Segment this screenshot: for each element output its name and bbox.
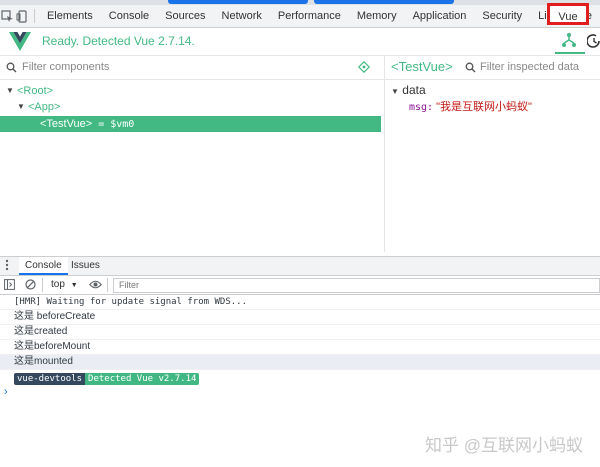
section-label: data: [402, 83, 426, 97]
vue-logo-icon: [9, 32, 31, 51]
drawer-tab-bar: Console Issues: [0, 256, 600, 276]
vm-reference: = $vm0: [98, 119, 135, 130]
tab-performance[interactable]: Performance: [270, 5, 349, 27]
console-message: [HMR] Waiting for update signal from WDS…: [0, 295, 600, 310]
history-icon[interactable]: [587, 32, 600, 50]
property-key: msg:: [409, 102, 434, 113]
tree-node-app[interactable]: ▼ <App>: [0, 99, 384, 115]
device-toolbar-icon[interactable]: [15, 5, 30, 27]
console-message: 这是 beforeCreate: [0, 310, 600, 325]
dropdown-arrow-icon: ▼: [70, 282, 78, 289]
component-tree-pane: Filter components ▼ <Root> ▼ <App> <Test…: [0, 56, 385, 252]
collapse-arrow-icon[interactable]: ▼: [17, 99, 25, 115]
console-prompt-icon[interactable]: ›: [4, 386, 8, 398]
console-toolbar: top ▼ Filter: [0, 276, 600, 295]
badge-detected-vue: Detected Vue v2.7.14: [85, 373, 200, 385]
component-tree: ▼ <Root> ▼ <App> <TestVue> = $vm0: [0, 83, 384, 132]
components-tree-icon[interactable]: [560, 31, 582, 53]
data-section-header[interactable]: ▼ data: [391, 83, 426, 97]
more-options-icon[interactable]: [5, 259, 9, 271]
property-value[interactable]: "我是互联网小蚂蚁": [436, 101, 532, 113]
vue-devtools-console-badge: vue-devtools Detected Vue v2.7.14: [14, 373, 200, 385]
tab-console[interactable]: Console: [101, 5, 157, 27]
tab-sources[interactable]: Sources: [157, 5, 213, 27]
tab-network[interactable]: Network: [214, 5, 270, 27]
tab-security[interactable]: Security: [474, 5, 530, 27]
tree-node-label: <App>: [28, 101, 61, 113]
drawer-tab-console[interactable]: Console: [19, 257, 68, 275]
console-message: 这是mounted: [0, 355, 600, 370]
console-filter-input[interactable]: Filter: [113, 278, 600, 293]
component-filter-bar: Filter components: [0, 56, 384, 80]
inspector-pane: <TestVue> Filter inspected data ▼ data m…: [385, 56, 600, 252]
inspector-header: <TestVue> Filter inspected data: [385, 56, 600, 80]
tree-node-label: <Root>: [17, 85, 54, 97]
components-tab-indicator: [555, 52, 585, 54]
tab-elements[interactable]: Elements: [39, 5, 101, 27]
browser-tab-indicator: [168, 0, 308, 4]
sidebar-toggle-icon[interactable]: [4, 279, 15, 290]
component-filter-input[interactable]: Filter components: [22, 61, 109, 73]
toolbar-divider: [42, 278, 43, 292]
collapse-arrow-icon[interactable]: ▼: [6, 83, 14, 99]
tab-vue[interactable]: Vue: [547, 3, 589, 25]
vue-status-text: Ready. Detected Vue 2.7.14.: [42, 34, 195, 48]
drawer-tab-issues[interactable]: Issues: [65, 257, 106, 275]
inspected-component-name: <TestVue>: [391, 59, 453, 74]
inspect-element-icon[interactable]: [0, 5, 15, 27]
context-selector[interactable]: top ▼: [51, 279, 78, 290]
clear-console-icon[interactable]: [25, 279, 36, 290]
context-label: top: [51, 279, 65, 290]
tree-node-label: <TestVue> = $vm0: [40, 116, 134, 133]
select-component-icon[interactable]: [358, 61, 370, 73]
console-message: 这是created: [0, 325, 600, 340]
expand-arrow-icon[interactable]: ▼: [391, 87, 399, 96]
toolbar-divider: [107, 278, 108, 292]
console-output: [HMR] Waiting for update signal from WDS…: [0, 295, 600, 370]
vue-devtools-header: Ready. Detected Vue 2.7.14.: [0, 28, 600, 56]
data-property-row: msg: "我是互联网小蚂蚁": [409, 98, 532, 114]
toolbar-divider: [34, 9, 35, 23]
browser-tab-indicator: [314, 0, 454, 4]
search-icon: [6, 62, 17, 73]
live-expression-eye-icon[interactable]: [89, 279, 102, 290]
component-name: <TestVue>: [40, 118, 93, 130]
devtools-tab-bar: Elements Console Sources Network Perform…: [0, 5, 600, 28]
inspected-data-filter-input[interactable]: Filter inspected data: [480, 61, 579, 73]
tab-application[interactable]: Application: [405, 5, 475, 27]
search-icon: [465, 62, 476, 73]
watermark: 知乎 @互联网小蚂蚁: [425, 436, 583, 455]
console-message: 这是beforeMount: [0, 340, 600, 355]
badge-vue-devtools: vue-devtools: [14, 373, 86, 385]
tree-node-testvue[interactable]: <TestVue> = $vm0: [0, 116, 381, 132]
tab-memory[interactable]: Memory: [349, 5, 405, 27]
tree-node-root[interactable]: ▼ <Root>: [0, 83, 384, 99]
